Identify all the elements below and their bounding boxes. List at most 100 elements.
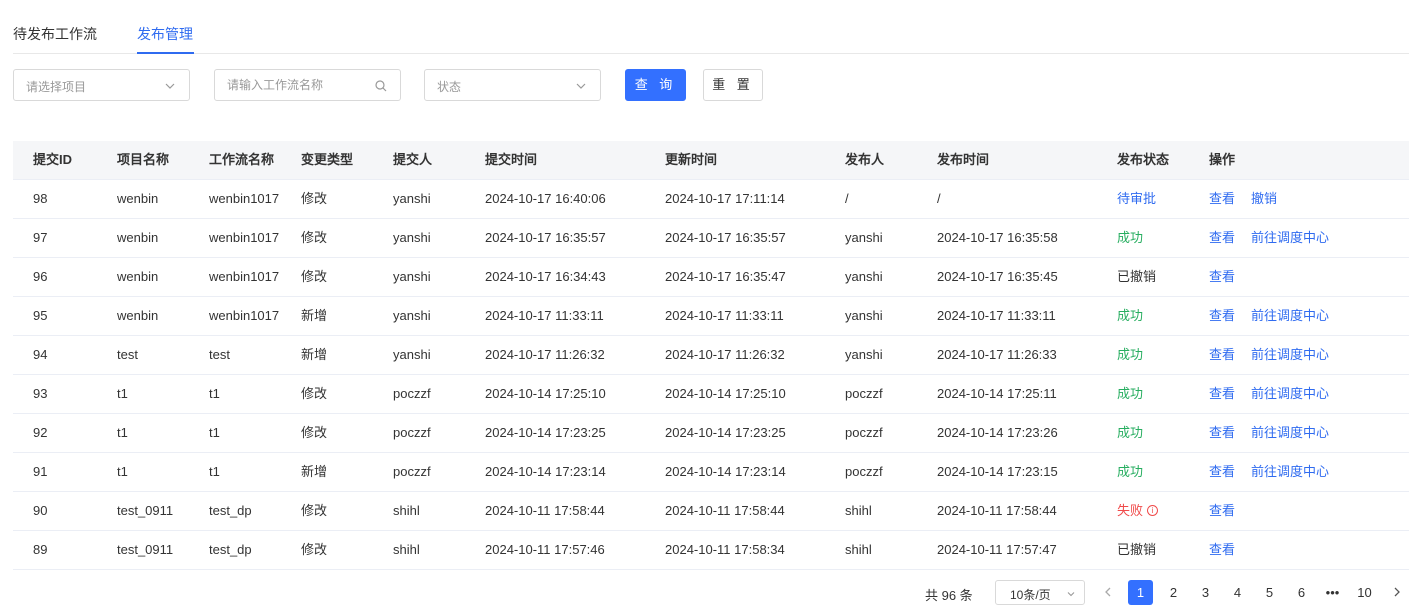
cell-publisher: yanshi <box>845 269 883 284</box>
cell-publish-status: 失败 i <box>1117 492 1159 531</box>
cell-change-type: 新增 <box>301 308 328 323</box>
view-link[interactable]: 查看 <box>1209 453 1235 492</box>
cell-change-type: 新增 <box>301 464 328 479</box>
cell-publish-status: 已撤销 <box>1117 531 1156 570</box>
prev-page-icon[interactable] <box>1101 585 1115 599</box>
cell-submit-id: 96 <box>33 269 48 284</box>
header-publish-status: 发布状态 <box>1117 152 1170 167</box>
cell-submitter: yanshi <box>393 269 431 284</box>
view-link[interactable]: 查看 <box>1209 375 1235 414</box>
cell-workflow: t1 <box>209 464 220 479</box>
cell-submit-time: 2024-10-17 11:33:11 <box>485 308 604 323</box>
page-3[interactable]: 3 <box>1193 580 1218 605</box>
next-page-icon[interactable] <box>1390 585 1404 599</box>
header-submit-id: 提交ID <box>33 152 73 167</box>
cell-update-time: 2024-10-11 17:58:34 <box>665 542 785 557</box>
page-size-value: 10条/页 <box>1010 588 1051 602</box>
cell-publish-time: 2024-10-14 17:23:15 <box>937 464 1058 479</box>
page-2[interactable]: 2 <box>1161 580 1186 605</box>
cell-publisher: shihl <box>845 503 872 518</box>
status-text: 成功 <box>1117 347 1144 362</box>
go-scheduler-link[interactable]: 前往调度中心 <box>1251 375 1329 414</box>
cell-project: test_0911 <box>117 542 174 557</box>
header-publish-time: 发布时间 <box>937 152 990 167</box>
status-text: 成功 <box>1117 308 1144 323</box>
table-row: 97 wenbin wenbin1017 修改 yanshi 2024-10-17 16:… <box>13 219 1409 258</box>
cell-publisher: poczzf <box>845 464 883 479</box>
cell-submit-id: 98 <box>33 191 48 206</box>
view-link[interactable]: 查看 <box>1209 492 1235 531</box>
view-link[interactable]: 查看 <box>1209 297 1235 336</box>
cell-workflow: test_dp <box>209 503 252 518</box>
tab-pending-workflows[interactable]: 待发布工作流 <box>13 24 97 44</box>
info-icon[interactable]: i <box>1147 505 1159 517</box>
cell-submit-time: 2024-10-14 17:25:10 <box>485 386 606 401</box>
cell-update-time: 2024-10-14 17:25:10 <box>665 386 786 401</box>
cell-change-type: 修改 <box>301 542 328 557</box>
project-select[interactable]: 请选择项目 <box>13 69 190 101</box>
cell-update-time: 2024-10-14 17:23:14 <box>665 464 786 479</box>
cell-submitter: shihl <box>393 542 420 557</box>
page-4[interactable]: 4 <box>1225 580 1250 605</box>
go-scheduler-link[interactable]: 前往调度中心 <box>1251 336 1329 375</box>
query-button[interactable]: 查 询 <box>625 69 686 101</box>
table-row: 93 t1 t1 修改 poczzf 2024-10-14 17:25:10 2024-10… <box>13 375 1409 414</box>
cell-submitter: yanshi <box>393 308 431 323</box>
view-link[interactable]: 查看 <box>1209 180 1235 219</box>
status-text: 失败 <box>1117 503 1144 518</box>
cell-submitter: poczzf <box>393 386 431 401</box>
page-1[interactable]: 1 <box>1128 580 1153 605</box>
cell-submit-time: 2024-10-17 16:35:57 <box>485 230 606 245</box>
cell-submitter: yanshi <box>393 230 431 245</box>
cell-publisher: / <box>845 191 849 206</box>
cell-change-type: 修改 <box>301 269 328 284</box>
cell-submit-id: 91 <box>33 464 48 479</box>
table-row: 90 test_0911 test_dp 修改 shihl 2024-10-11 17:5… <box>13 492 1409 531</box>
cell-workflow: wenbin1017 <box>209 230 280 245</box>
cell-publish-time: 2024-10-11 17:58:44 <box>937 503 1057 518</box>
page-10[interactable]: 10 <box>1352 580 1377 605</box>
cell-publish-time: 2024-10-14 17:23:26 <box>937 425 1058 440</box>
cell-change-type: 修改 <box>301 503 328 518</box>
status-select[interactable]: 状态 <box>424 69 601 101</box>
cell-publish-status: 成功 <box>1117 297 1143 336</box>
cell-submit-id: 93 <box>33 386 48 401</box>
page-size-select[interactable]: 10条/页 <box>995 580 1085 605</box>
cell-publisher: poczzf <box>845 386 883 401</box>
cell-change-type: 修改 <box>301 425 328 440</box>
pagination: 共 96 条 10条/页 1 2 3 4 5 6 ••• 10 <box>0 580 1413 605</box>
view-link[interactable]: 查看 <box>1209 336 1235 375</box>
go-scheduler-link[interactable]: 前往调度中心 <box>1251 219 1329 258</box>
reset-button[interactable]: 重 置 <box>703 69 763 101</box>
header-publisher: 发布人 <box>845 152 885 167</box>
status-text: 成功 <box>1117 464 1144 479</box>
view-link[interactable]: 查看 <box>1209 531 1235 570</box>
status-select-placeholder: 状态 <box>437 80 462 94</box>
page-5[interactable]: 5 <box>1257 580 1282 605</box>
search-icon[interactable] <box>374 79 388 93</box>
cell-project: wenbin <box>117 230 159 245</box>
view-link[interactable]: 查看 <box>1209 219 1235 258</box>
view-link[interactable]: 查看 <box>1209 414 1235 453</box>
page-ellipsis[interactable]: ••• <box>1320 580 1345 605</box>
page-6[interactable]: 6 <box>1289 580 1314 605</box>
tab-release-management[interactable]: 发布管理 <box>137 24 193 44</box>
go-scheduler-link[interactable]: 前往调度中心 <box>1251 453 1329 492</box>
go-scheduler-link[interactable]: 前往调度中心 <box>1251 297 1329 336</box>
chevron-down-icon <box>165 83 175 89</box>
cell-publisher: yanshi <box>845 308 883 323</box>
cell-submit-id: 95 <box>33 308 48 323</box>
header-submit-time: 提交时间 <box>485 152 538 167</box>
status-text: 成功 <box>1117 425 1144 440</box>
cell-publish-time: 2024-10-17 16:35:58 <box>937 230 1058 245</box>
view-link[interactable]: 查看 <box>1209 258 1235 297</box>
cell-change-type: 新增 <box>301 347 328 362</box>
workflow-search-input[interactable] <box>215 70 400 100</box>
cell-publish-time: 2024-10-17 16:35:45 <box>937 269 1058 284</box>
table-header: 提交ID 项目名称 工作流名称 变更类型 提交人 提交时间 更新时间 发布人 发… <box>13 141 1409 180</box>
cell-submitter: poczzf <box>393 464 431 479</box>
go-scheduler-link[interactable]: 前往调度中心 <box>1251 414 1329 453</box>
cell-update-time: 2024-10-17 11:26:32 <box>665 347 785 362</box>
revoke-link[interactable]: 撤销 <box>1251 180 1277 219</box>
table-row: 95 wenbin wenbin1017 新增 yanshi 2024-10-17 11:… <box>13 297 1409 336</box>
